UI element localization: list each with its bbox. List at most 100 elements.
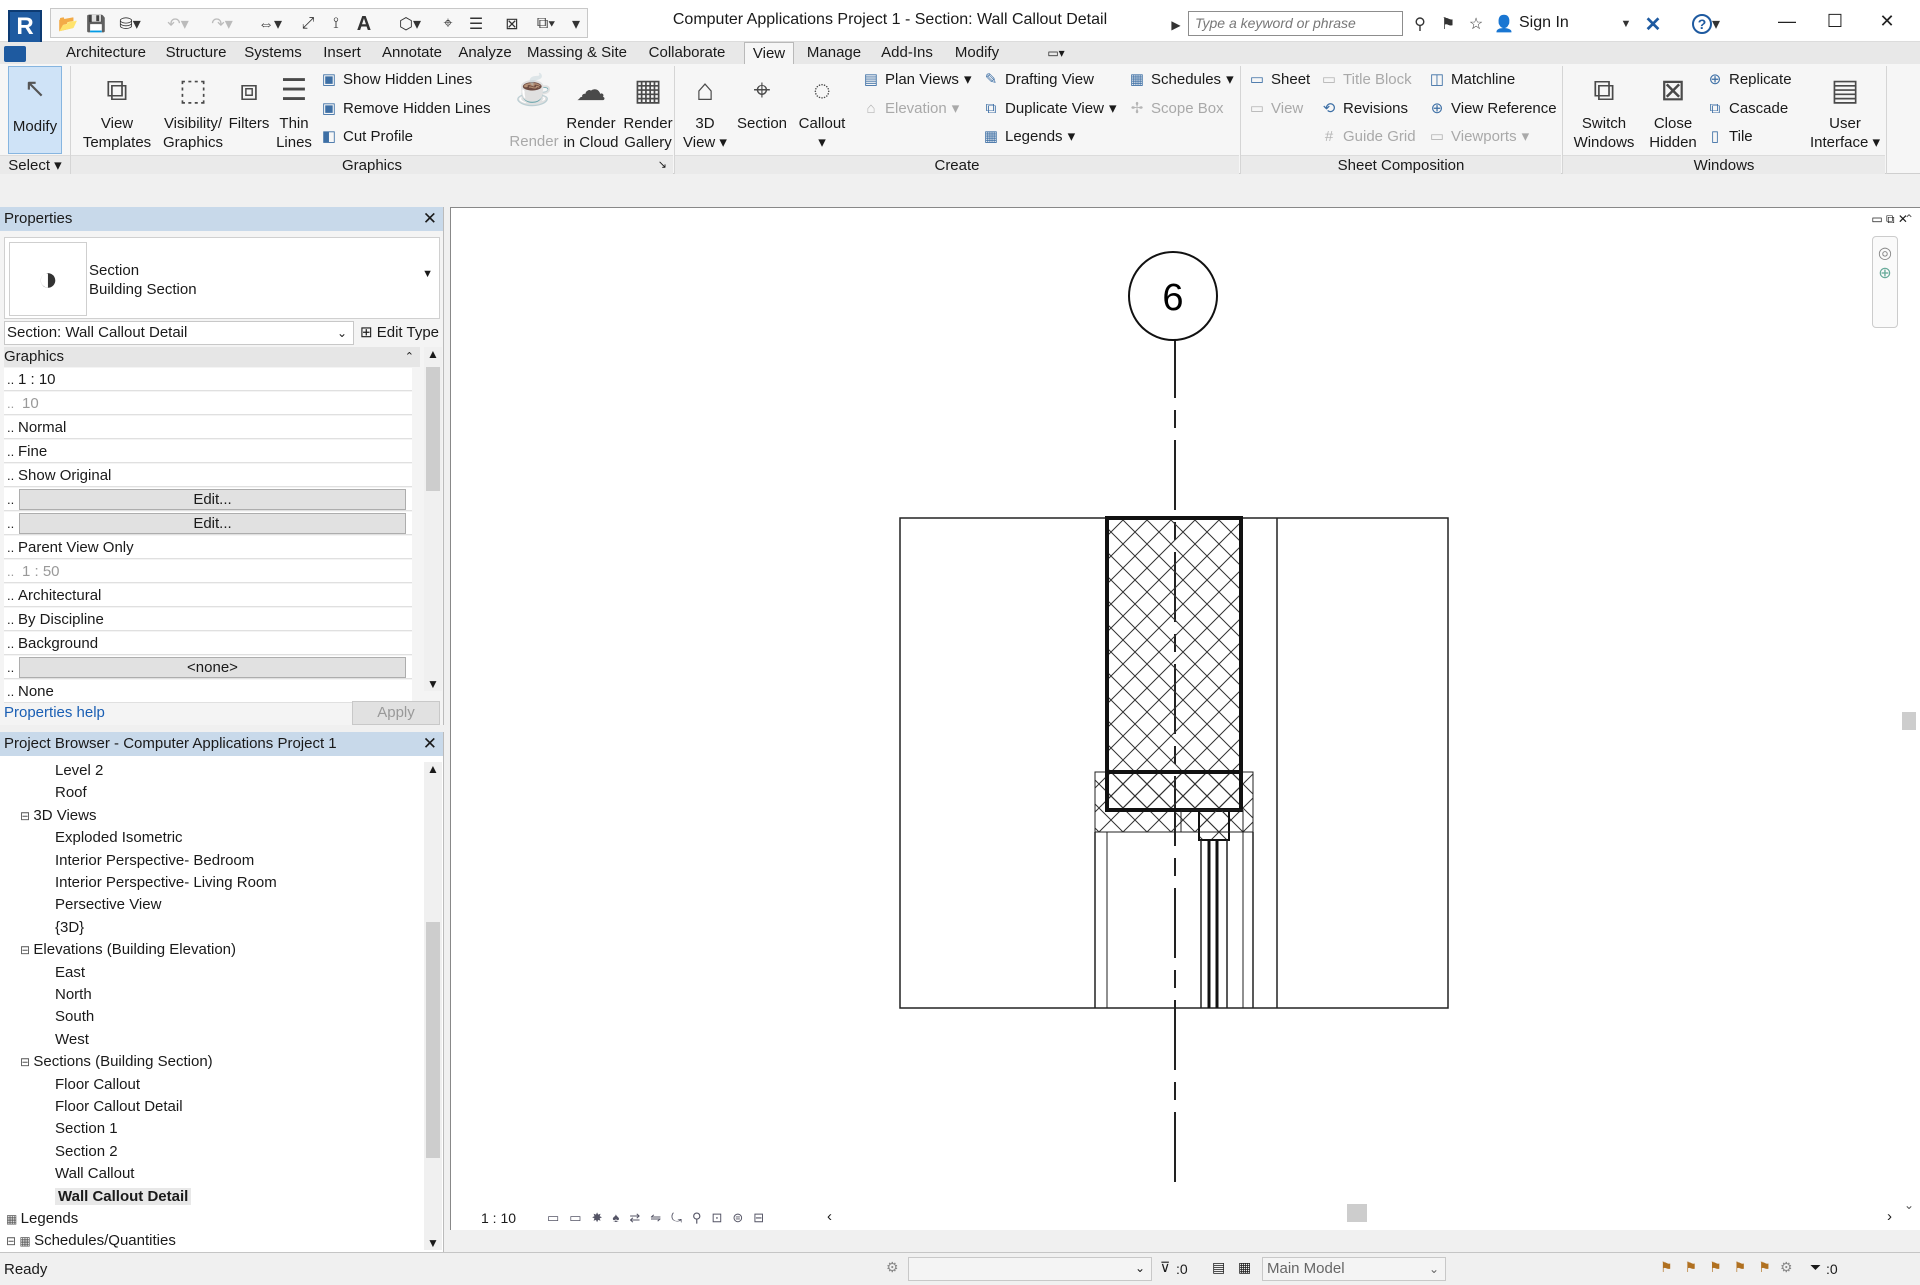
wall-callout-drawing[interactable]: 6 — [451, 208, 1919, 1229]
tab-add-ins[interactable]: Add-Ins — [876, 42, 938, 64]
ribbon-minimize-icon[interactable]: ▭▾ — [1036, 42, 1076, 64]
matchline-button[interactable]: ◫ Matchline — [1428, 68, 1515, 92]
viewports-button[interactable]: ▭ Viewports ▾ — [1428, 125, 1529, 149]
close-window-icon[interactable]: ✕ — [1860, 6, 1914, 36]
show-hidden-lines-button[interactable]: ▣ Show Hidden Lines — [320, 68, 472, 92]
property-row[interactable]: .. Edit... — [4, 512, 412, 535]
editable-only-icon[interactable]: ⊽ — [1160, 1259, 1170, 1276]
design-options-icon[interactable]: ▤ — [1212, 1259, 1225, 1276]
section-icon[interactable]: ⌖ — [436, 12, 460, 36]
property-row[interactable]: .. 10 — [4, 392, 412, 415]
tab-architecture[interactable]: Architecture — [62, 42, 150, 64]
view-scale[interactable]: 1 : 10 — [481, 1210, 516, 1226]
dimension-icon[interactable]: ⤢ — [296, 12, 320, 36]
title-block-button[interactable]: ▭ Title Block — [1320, 68, 1412, 92]
browser-item[interactable]: Floor Callout Detail — [55, 1098, 183, 1115]
subscription-icon[interactable]: ⚑ — [1436, 12, 1460, 36]
scope-box-button[interactable]: ✢ Scope Box — [1128, 97, 1224, 121]
property-row[interactable]: .. Normal — [4, 416, 412, 439]
browser-group[interactable]: ⊟ Elevations (Building Elevation) — [20, 941, 236, 958]
tag-icon[interactable]: ⟟ — [324, 12, 348, 36]
expand-search-icon[interactable]: ▶ — [1168, 13, 1184, 37]
workset-select[interactable]: ⌄ — [908, 1257, 1152, 1281]
properties-help-link[interactable]: Properties help — [4, 704, 105, 721]
measure-icon[interactable]: ⇔▾ — [252, 12, 288, 36]
browser-item[interactable]: Roof — [55, 784, 87, 801]
favorites-star-icon[interactable]: ☆ — [1464, 12, 1488, 36]
render-button[interactable]: ☕ Render — [506, 68, 562, 151]
property-row[interactable]: .. None — [4, 680, 412, 703]
3d-view-button[interactable]: ⌂ 3D View ▾ — [682, 68, 728, 152]
drawing-canvas[interactable]: 6 ▭ ⧉ ✕ ◎ ⊕ ⌃ ⌄ 1 : 10 ▭▭✸♠⇄⇋⤿⚲⊡⊜⊟ ‹ › — [450, 207, 1920, 1230]
sign-in-link[interactable]: Sign In — [1519, 14, 1569, 32]
render-gallery-button[interactable]: ▦ Render Gallery — [618, 68, 678, 152]
filters-button[interactable]: ⧈ Filters — [226, 68, 272, 133]
browser-group[interactable]: ⊟ ▦ Schedules/Quantities — [6, 1232, 176, 1249]
property-edit-button[interactable]: Edit... — [19, 489, 406, 510]
sync-icon[interactable]: ⛁▾ — [112, 12, 148, 36]
selection-filter-icons[interactable]: ⚑⚑⚑⚑⚑ — [1660, 1259, 1783, 1276]
cascade-button[interactable]: ⧉ Cascade — [1706, 97, 1789, 121]
place-view-button[interactable]: ▭ View — [1248, 97, 1303, 121]
callout-button[interactable]: ◌ Callout ▾ — [794, 68, 850, 152]
property-row[interactable]: .. Parent View Only — [4, 536, 412, 559]
redo-icon[interactable]: ↷▾ — [204, 12, 240, 36]
tree-toggle-icon[interactable]: ⊟ — [20, 943, 33, 957]
tree-toggle-icon[interactable]: ⊟ ▦ — [6, 1234, 34, 1248]
switch-windows-icon[interactable]: ⧉▾ — [528, 12, 564, 36]
schedules-button[interactable]: ▦ Schedules ▾ — [1128, 68, 1234, 92]
property-row[interactable]: .. Show Original — [4, 464, 412, 487]
exchange-apps-icon[interactable]: ✕ — [1640, 12, 1666, 36]
text-icon[interactable]: A — [352, 12, 376, 36]
tab-massing-site[interactable]: Massing & Site — [524, 42, 630, 64]
browser-item[interactable]: North — [55, 986, 92, 1003]
view-reference-button[interactable]: ⊕ View Reference — [1428, 97, 1557, 121]
browser-item[interactable]: Section 2 — [55, 1143, 118, 1160]
user-icon[interactable]: 👤 — [1492, 12, 1516, 36]
section-button[interactable]: ⌖ Section — [734, 68, 790, 133]
tab-manage[interactable]: Manage — [800, 42, 868, 64]
render-in-cloud-button[interactable]: ☁ Render in Cloud — [560, 68, 622, 152]
property-row[interactable]: .. By Discipline — [4, 608, 412, 631]
type-dropdown-icon[interactable]: ▼ — [422, 268, 433, 280]
tree-toggle-icon[interactable]: ▦ — [6, 1212, 21, 1226]
browser-group[interactable]: ▦ Legends — [6, 1210, 78, 1227]
close-hidden-button[interactable]: ⊠ Close Hidden — [1644, 68, 1702, 152]
browser-item[interactable]: Persective View — [55, 896, 161, 913]
visibility-graphics-button[interactable]: ⬚ Visibility/Graphics — [158, 68, 228, 152]
user-interface-button[interactable]: ▤ User Interface ▾ — [1806, 68, 1884, 152]
tab-view[interactable]: View — [744, 42, 794, 64]
browser-item[interactable]: Section 1 — [55, 1120, 118, 1137]
modify-button[interactable]: ↖ Modify — [8, 66, 62, 154]
browser-scrollbar[interactable]: ▲ ▼ — [424, 762, 442, 1250]
browser-item[interactable]: Exploded Isometric — [55, 829, 183, 846]
tab-modify[interactable]: Modify — [946, 42, 1008, 64]
sheet-button[interactable]: ▭ Sheet — [1248, 68, 1310, 92]
scroll-right-icon[interactable]: › — [1887, 1208, 1892, 1225]
browser-item[interactable]: Wall Callout — [55, 1165, 134, 1182]
canvas-horizontal-scroll-thumb[interactable] — [1347, 1204, 1367, 1222]
tab-structure[interactable]: Structure — [160, 42, 232, 64]
browser-item[interactable]: West — [55, 1031, 89, 1048]
file-tab-icon[interactable] — [4, 46, 26, 62]
property-row[interactable]: .. Fine — [4, 440, 412, 463]
tab-insert[interactable]: Insert — [314, 42, 370, 64]
browser-item[interactable]: East — [55, 964, 85, 981]
property-row[interactable]: .. 1 : 50 — [4, 560, 412, 583]
open-icon[interactable]: 📂 — [56, 12, 80, 36]
revisions-button[interactable]: ⟲ Revisions — [1320, 97, 1408, 121]
duplicate-view-button[interactable]: ⧉ Duplicate View ▾ — [982, 97, 1117, 121]
apply-button[interactable]: Apply — [352, 701, 440, 725]
property-row[interactable]: .. Architectural — [4, 584, 412, 607]
remove-hidden-lines-button[interactable]: ▣ Remove Hidden Lines — [320, 97, 491, 121]
replicate-button[interactable]: ⊕ Replicate — [1706, 68, 1792, 92]
plan-views-button[interactable]: ▤ Plan Views ▾ — [862, 68, 972, 92]
worksets-icon[interactable]: ⚙ — [886, 1259, 899, 1276]
view-templates-button[interactable]: ⧉ View Templates — [78, 68, 156, 152]
maximize-icon[interactable]: ☐ — [1808, 6, 1862, 36]
thin-lines-button[interactable]: ☰ Thin Lines — [274, 68, 314, 152]
legends-button[interactable]: ▦ Legends ▾ — [982, 125, 1075, 149]
sign-in-dropdown-icon[interactable]: ▼ — [1616, 12, 1636, 36]
select-panel-label[interactable]: Select ▾ — [0, 155, 70, 174]
property-edit-button[interactable]: Edit... — [19, 513, 406, 534]
